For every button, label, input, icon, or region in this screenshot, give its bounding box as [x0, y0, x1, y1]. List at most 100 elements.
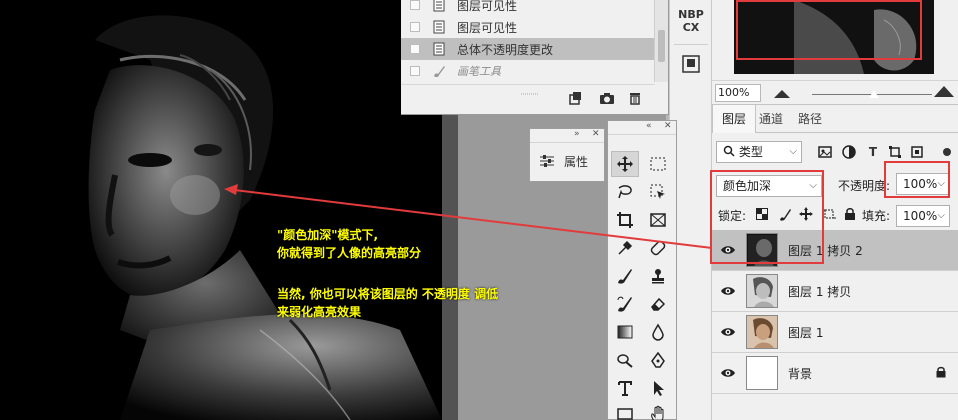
- brush-icon: [432, 63, 446, 79]
- properties-collapsed-panel: » ✕ 属性: [529, 128, 605, 182]
- annotation-line: "颜色加深"模式下,: [277, 228, 379, 242]
- annotation-line: 来弱化高亮效果: [277, 305, 362, 319]
- annotation-line: 当然, 你也可以将该图层的 不透明度 调低: [277, 287, 499, 301]
- annotation-text-1: "颜色加深"模式下, 你就得到了人像的高亮部分: [277, 226, 421, 262]
- smart-object-filter-icon[interactable]: [910, 145, 924, 159]
- dodge-tool-icon[interactable]: [611, 347, 639, 373]
- layer-row[interactable]: 背景: [712, 353, 958, 394]
- layers-tabs: 图层 通道 路径: [712, 105, 958, 133]
- zoom-out-icon[interactable]: [774, 87, 790, 101]
- canvas-scroll-gutter: [442, 115, 458, 420]
- object-select-tool-icon[interactable]: [644, 179, 672, 205]
- filter-type-label: 类型: [738, 145, 763, 159]
- collapse-icon[interactable]: «: [646, 121, 652, 131]
- lock-artboard-icon[interactable]: [822, 207, 836, 224]
- layer-name[interactable]: 图层 1: [788, 324, 823, 341]
- layer-row[interactable]: 图层 1 拷贝: [712, 271, 958, 312]
- blur-tool-icon[interactable]: [644, 319, 672, 345]
- history-scrollbar[interactable]: [654, 0, 668, 82]
- panel-toggle-icon[interactable]: [681, 54, 701, 74]
- document-icon: [432, 41, 446, 57]
- fill-label: 填充:: [862, 209, 891, 223]
- history-item-label: 画笔工具: [457, 65, 501, 78]
- tab-paths[interactable]: 路径: [789, 105, 831, 133]
- brush-tool-icon[interactable]: [611, 263, 639, 289]
- collapse-icon[interactable]: »: [574, 129, 580, 139]
- gradient-tool-icon[interactable]: [611, 319, 639, 345]
- lock-all-icon[interactable]: [844, 207, 856, 224]
- divider: [674, 44, 708, 45]
- history-footer: [401, 84, 655, 110]
- toolbar-titlebar[interactable]: « ✕: [608, 121, 676, 135]
- history-checkbox[interactable]: [410, 0, 420, 10]
- opacity-label: 不透明度:: [838, 179, 891, 193]
- pen-tool-icon[interactable]: [644, 347, 672, 373]
- fill-value: 100%: [903, 209, 938, 223]
- pixel-filter-icon[interactable]: [818, 145, 832, 159]
- eraser-tool-icon[interactable]: [644, 291, 672, 317]
- camera-icon[interactable]: [599, 90, 615, 106]
- annotation-line: 你就得到了人像的高亮部分: [277, 246, 422, 260]
- nbpcx-badge[interactable]: NBP CX: [676, 8, 706, 38]
- new-snapshot-icon[interactable]: [567, 90, 583, 106]
- marquee-tool-icon[interactable]: [644, 151, 672, 177]
- portrait-image: [88, 0, 442, 420]
- close-icon[interactable]: ✕: [664, 121, 672, 131]
- history-item-label: 图层可见性: [457, 0, 518, 13]
- eyedropper-tool-icon[interactable]: [611, 235, 639, 261]
- navigator-view-box[interactable]: [736, 0, 922, 60]
- filter-toggle-icon[interactable]: [940, 145, 954, 159]
- shape-filter-icon[interactable]: [888, 145, 902, 159]
- history-item-label: 图层可见性: [457, 20, 518, 35]
- adjustment-filter-icon[interactable]: [842, 145, 856, 159]
- history-checkbox[interactable]: [410, 66, 420, 76]
- path-select-tool-icon[interactable]: [644, 375, 672, 401]
- zoom-input[interactable]: 100%: [715, 84, 761, 102]
- rectangle-tool-icon[interactable]: [611, 401, 639, 420]
- history-panel: 图层可见性 图层可见性 总体不透明度更改 画笔工具: [401, 0, 669, 115]
- badge-line1: NBP: [678, 8, 704, 21]
- history-checkbox[interactable]: [410, 44, 420, 54]
- zoom-in-icon[interactable]: [934, 85, 954, 100]
- tools-panel: « ✕: [607, 120, 677, 420]
- navigator-panel: [712, 0, 958, 80]
- layer-thumbnail: [746, 356, 778, 390]
- frame-tool-icon[interactable]: [644, 207, 672, 233]
- close-icon[interactable]: ✕: [592, 129, 600, 139]
- type-filter-icon[interactable]: T: [866, 145, 880, 159]
- tab-channels[interactable]: 通道: [750, 105, 792, 133]
- layer-name[interactable]: 图层 1 拷贝: [788, 283, 851, 300]
- panel-titlebar[interactable]: » ✕: [530, 129, 604, 143]
- eye-icon[interactable]: [720, 365, 736, 381]
- hand-tool-icon[interactable]: [644, 401, 672, 420]
- crop-tool-icon[interactable]: [611, 207, 639, 233]
- trash-icon[interactable]: [627, 90, 643, 106]
- eye-icon[interactable]: [720, 283, 736, 299]
- properties-label: 属性: [564, 154, 589, 169]
- move-tool-icon[interactable]: [611, 151, 639, 177]
- document-canvas[interactable]: [0, 0, 442, 420]
- history-item[interactable]: 画笔工具: [401, 60, 655, 82]
- lasso-tool-icon[interactable]: [611, 179, 639, 205]
- zoom-slider-knob[interactable]: [869, 90, 879, 98]
- layer-row[interactable]: 图层 1: [712, 312, 958, 353]
- type-tool-icon[interactable]: [611, 375, 639, 401]
- stamp-tool-icon[interactable]: [644, 263, 672, 289]
- layer-name[interactable]: 背景: [788, 365, 812, 382]
- scroll-thumb[interactable]: [658, 30, 665, 62]
- filter-type-select[interactable]: 类型 ⌵: [716, 141, 802, 163]
- resize-grip[interactable]: [521, 85, 539, 95]
- chevron-down-icon: ⌵: [937, 210, 945, 221]
- fill-input[interactable]: 100% ⌵: [896, 205, 950, 227]
- blend-mode-highlight: [710, 170, 824, 264]
- history-checkbox[interactable]: [410, 22, 420, 32]
- document-icon: [432, 0, 446, 13]
- opacity-highlight: [884, 161, 950, 198]
- eye-icon[interactable]: [720, 324, 736, 340]
- healing-brush-tool-icon[interactable]: [644, 235, 672, 261]
- history-item-selected[interactable]: 总体不透明度更改: [401, 38, 655, 60]
- properties-button[interactable]: 属性: [530, 143, 604, 179]
- history-item[interactable]: 图层可见性: [401, 0, 655, 16]
- history-brush-tool-icon[interactable]: [611, 291, 639, 317]
- history-item[interactable]: 图层可见性: [401, 16, 655, 38]
